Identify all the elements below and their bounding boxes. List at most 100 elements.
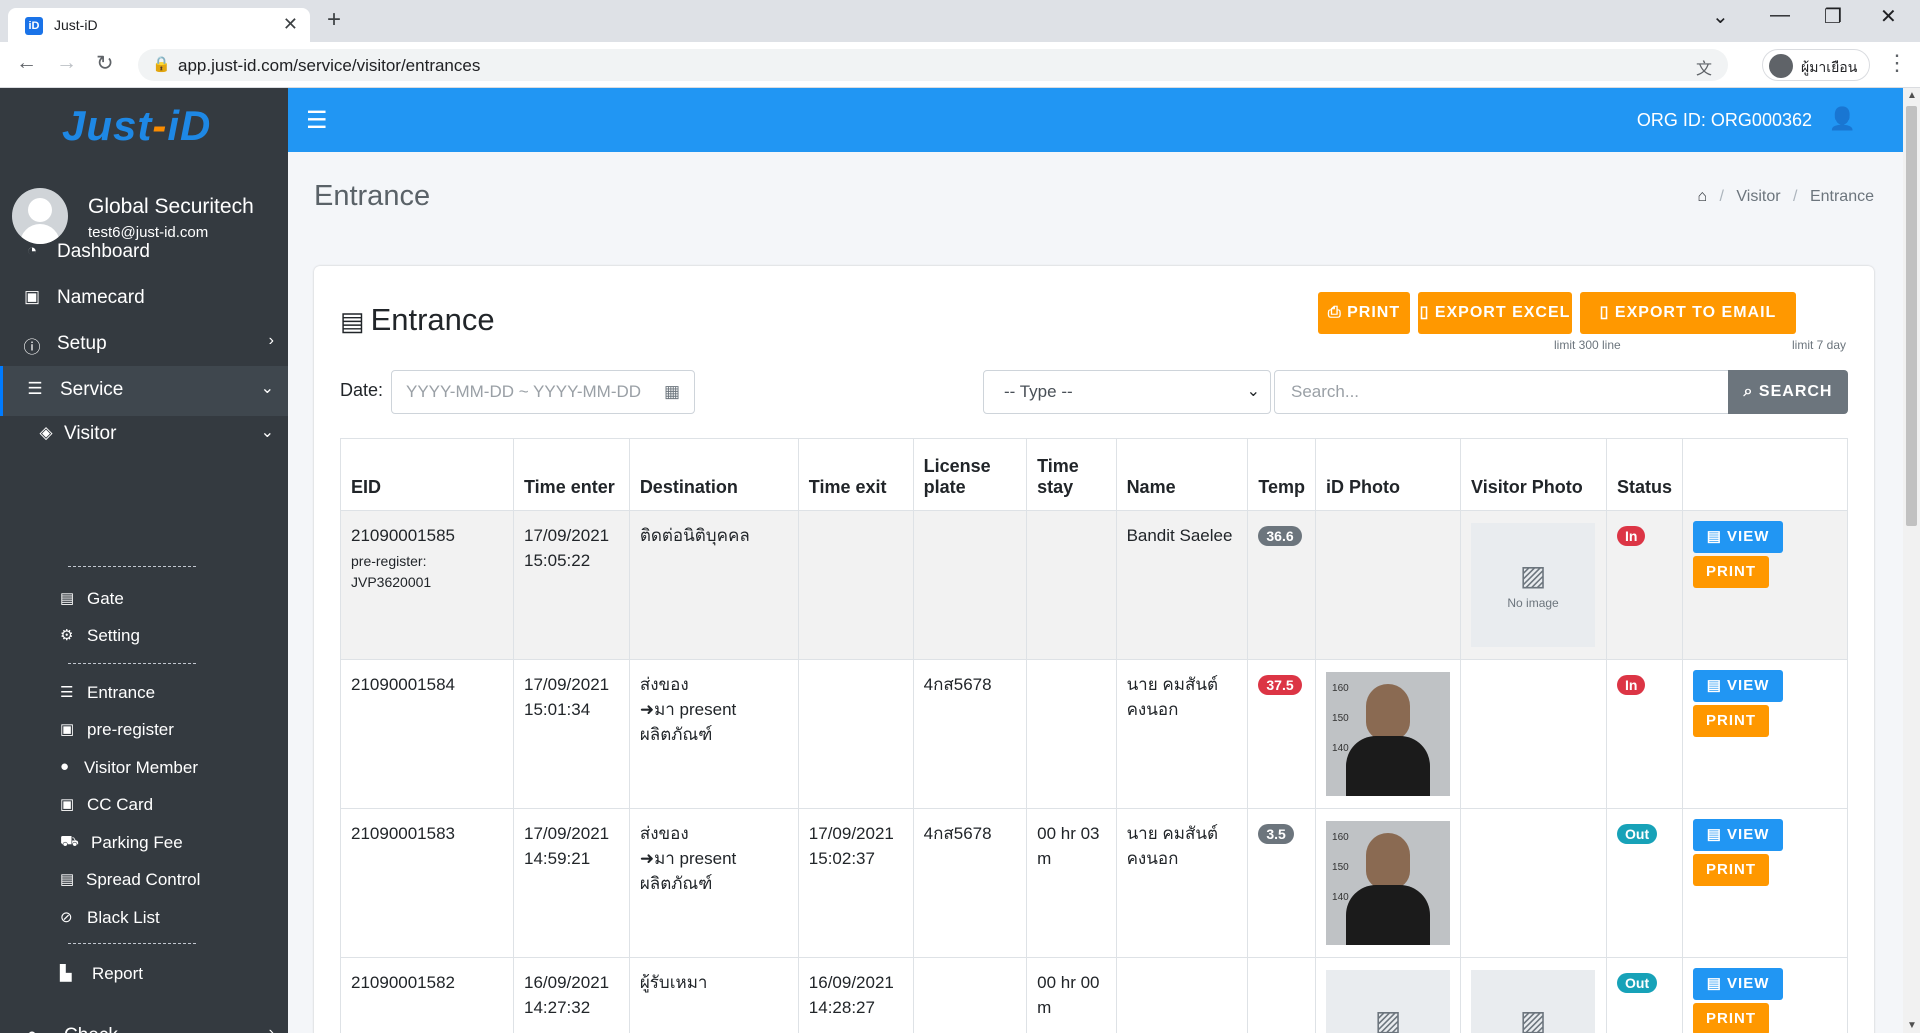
sidebar-item-parking-fee[interactable]: ⛟ Parking Fee: [0, 826, 288, 860]
enter-date: 17/09/2021: [524, 824, 610, 843]
sidebar-item-check[interactable]: ● Check ›: [0, 1012, 288, 1033]
sidebar-item-black-list[interactable]: ⊘ Black List: [0, 901, 288, 935]
calendar-icon: ▦: [663, 382, 680, 401]
view-button[interactable]: ▤ VIEW: [1693, 521, 1784, 553]
sidebar-item-visitor-member[interactable]: ● Visitor Member: [0, 751, 288, 785]
table-header-row: EID Time enter Destination Time exit Lic…: [339, 438, 1848, 511]
search-input[interactable]: Search...: [1274, 370, 1730, 414]
id-photo[interactable]: 160 150 140: [1326, 821, 1451, 945]
check-icon: ●: [22, 1025, 42, 1033]
eid: 21090001583: [351, 824, 456, 843]
sidebar-item-spread-control[interactable]: ▤ Spread Control: [0, 863, 288, 897]
forward-icon[interactable]: →: [56, 51, 77, 75]
status-badge: In: [1617, 675, 1646, 695]
col-name[interactable]: Name: [1115, 438, 1249, 511]
sign-in-icon: ➜: [639, 849, 655, 868]
col-status[interactable]: Status: [1606, 438, 1684, 511]
id-photo[interactable]: 160 150 140: [1326, 672, 1451, 796]
row-print-button[interactable]: PRINT: [1693, 854, 1770, 886]
ban-icon: ⊘: [60, 909, 73, 926]
destination: ส่งของ: [639, 675, 689, 694]
enter-time: 15:01:34: [524, 700, 591, 719]
brand-logo[interactable]: Just-iD: [62, 102, 211, 150]
scroll-up-icon[interactable]: ▲: [1907, 90, 1917, 101]
col-eid[interactable]: EID: [339, 438, 515, 511]
sidebar-item-pre-register[interactable]: ▣ pre-register: [0, 713, 288, 747]
user-icon[interactable]: 👤: [1829, 106, 1856, 132]
url-text: app.just-id.com/service/visitor/entrance…: [178, 56, 481, 75]
sidebar-item-gate[interactable]: ▤ Gate: [0, 582, 288, 616]
page-scrollbar[interactable]: ▲ ▼: [1903, 88, 1920, 1033]
browser-tab[interactable]: iD Just-iD ✕: [8, 8, 310, 42]
type-select[interactable]: -- Type -- ⌄: [983, 370, 1271, 414]
sidebar-item-cc-card[interactable]: ▣ CC Card: [0, 788, 288, 822]
row-print-button[interactable]: PRINT: [1693, 705, 1770, 737]
divider: [68, 663, 196, 664]
window-close-icon[interactable]: ✕: [1880, 4, 1897, 29]
row-print-button[interactable]: PRINT: [1693, 556, 1770, 588]
col-time-exit[interactable]: Time exit: [797, 438, 914, 511]
breadcrumb-visitor[interactable]: Visitor: [1736, 188, 1780, 205]
sidebar-item-namecard[interactable]: ▣ Namecard: [0, 274, 288, 324]
car-icon: ⛟: [60, 833, 79, 850]
list-icon: ☰: [27, 379, 43, 398]
chevron-down-icon: ⌄: [260, 424, 274, 441]
no-image-placeholder: ▨: [1326, 970, 1451, 1033]
tab-search-icon[interactable]: ⌄: [1712, 4, 1729, 29]
url-bar[interactable]: 🔒 app.just-id.com/service/visitor/entran…: [138, 49, 1728, 81]
close-tab-icon[interactable]: ✕: [283, 14, 298, 35]
top-navbar: ☰ ORG ID: ORG000362 👤: [288, 88, 1920, 152]
visitor-name: Bandit Saelee: [1126, 526, 1233, 545]
col-visitor-photo[interactable]: Visitor Photo: [1460, 438, 1608, 511]
translate-icon[interactable]: 文: [1696, 55, 1712, 79]
row-print-button[interactable]: PRINT: [1693, 1003, 1770, 1033]
sidebar-item-entrance[interactable]: ☰ Entrance: [0, 676, 288, 710]
gear-icon: ⚙: [60, 627, 74, 644]
new-tab-icon[interactable]: +: [327, 6, 341, 34]
col-id-photo[interactable]: iD Photo: [1315, 438, 1462, 511]
home-icon[interactable]: ⌂: [1697, 188, 1707, 205]
enter-time: 14:27:32: [524, 998, 591, 1017]
minimize-icon[interactable]: —: [1770, 4, 1790, 27]
sidebar-item-setting[interactable]: ⚙ Setting: [0, 619, 288, 653]
date-range-input[interactable]: YYYY-MM-DD ~ YYYY-MM-DD ▦: [391, 370, 695, 414]
sidebar-item-setup[interactable]: ⓘ Setup ›: [0, 320, 288, 370]
col-destination[interactable]: Destination: [628, 438, 799, 511]
col-time-enter[interactable]: Time enter: [513, 438, 630, 511]
id-card-icon: ▣: [23, 287, 41, 306]
browser-menu-icon[interactable]: ⋮: [1886, 50, 1908, 76]
destination-note: ➜มา present: [639, 700, 737, 719]
col-time-stay[interactable]: Time stay: [1026, 438, 1117, 511]
divider: [68, 566, 196, 567]
sidebar-item-service[interactable]: ☰ Service ⌄: [0, 366, 288, 416]
org-id: ORG ID: ORG000362: [1636, 110, 1812, 130]
image-icon: ▨: [1374, 1005, 1402, 1033]
exit-time: 15:02:37: [808, 849, 875, 868]
view-button[interactable]: ▤ VIEW: [1693, 670, 1784, 702]
hamburger-menu-icon[interactable]: ☰: [306, 106, 328, 135]
sidebar-item-dashboard[interactable]: ◔ Dashboard: [0, 228, 288, 278]
sidebar-item-report[interactable]: ▙ Report: [0, 957, 288, 991]
view-button[interactable]: ▤ VIEW: [1693, 968, 1784, 1000]
restore-icon[interactable]: ❐: [1824, 4, 1842, 29]
col-license-plate[interactable]: License plate: [912, 438, 1028, 511]
scrollbar-thumb[interactable]: [1906, 106, 1917, 526]
col-actions: [1682, 438, 1848, 511]
time-stay: 00 hr 00: [1037, 973, 1100, 992]
sidebar-item-visitor[interactable]: ◈ Visitor ⌄: [0, 410, 288, 460]
scroll-down-icon[interactable]: ▼: [1907, 1020, 1917, 1031]
print-button[interactable]: ⎙ PRINT: [1318, 292, 1410, 334]
view-button[interactable]: ▤ VIEW: [1693, 819, 1784, 851]
back-icon[interactable]: ←: [16, 51, 37, 75]
avatar: [1769, 54, 1793, 78]
id-card-icon: ▣: [60, 721, 75, 738]
search-button[interactable]: ⌕ SEARCH: [1728, 370, 1848, 414]
reload-icon[interactable]: ↻: [96, 51, 114, 76]
col-temp[interactable]: Temp: [1247, 438, 1317, 511]
export-excel-button[interactable]: ▯ EXPORT EXCEL: [1418, 292, 1572, 334]
visitor-name: นาย คมสันต์ คงนอก: [1126, 675, 1219, 719]
time-stay-unit: m: [1037, 849, 1052, 868]
export-email-button[interactable]: ▯ EXPORT TO EMAIL: [1580, 292, 1796, 334]
temp-badge: 36.6: [1258, 526, 1302, 546]
profile-button[interactable]: ผู้มาเยือน: [1762, 49, 1870, 81]
